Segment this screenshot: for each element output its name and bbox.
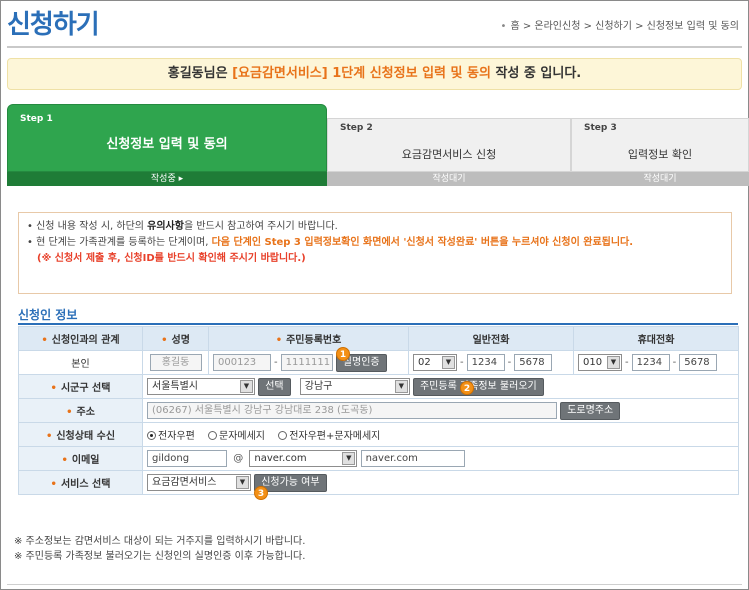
- phone-area-select[interactable]: 02 ▼: [413, 354, 457, 371]
- instruction-line-2: • 현 단계는 가족관계를 등록하는 단계이며, 다음 단계인 Step 3 입…: [27, 237, 634, 248]
- table-header-row: • 신청인과의 관계 • 성명 • 주민등록번호 일반전화 휴대전화: [18, 326, 739, 351]
- road-address-button[interactable]: 도로명주소: [560, 401, 621, 420]
- notice-highlight: [요금감면서비스] 1단계 신청정보 입력 및 동의: [232, 66, 491, 81]
- step-2: Step 2 요금감면서비스 신청: [327, 118, 571, 172]
- step-indicator: Step 1 신청정보 입력 및 동의 작성중 ▸ Step 2 요금감면서비스…: [7, 104, 749, 186]
- callout-badge-1: 1: [336, 347, 350, 361]
- email-domain-select[interactable]: naver.com ▼: [249, 450, 358, 467]
- step-1-number: Step 1: [20, 114, 53, 124]
- service-label: 서비스 선택: [60, 479, 111, 490]
- rrn-front-field[interactable]: 000123: [213, 354, 271, 371]
- header-name: • 성명: [142, 326, 209, 351]
- mobile-prefix-select[interactable]: 010 ▼: [578, 354, 622, 371]
- radio-icon: [208, 431, 217, 440]
- region-label: 시군구 선택: [60, 383, 111, 394]
- progress-notice: 홍길동님은 [요금감면서비스] 1단계 신청정보 입력 및 동의 작성 중 입니…: [7, 58, 742, 90]
- section-divider: [18, 323, 738, 325]
- status-label: 신청상태 수신: [56, 431, 116, 442]
- instruction-warning: (※ 신청서 제출 후, 신청ID를 반드시 확인해 주시기 바랍니다.): [37, 253, 306, 264]
- email-id-field[interactable]: gildong: [147, 450, 227, 467]
- header-mobile: 휴대전화: [573, 326, 739, 351]
- bullet-icon: •: [500, 21, 507, 32]
- radio-icon: [147, 431, 156, 440]
- notice-suffix: 작성 중 입니다.: [490, 66, 582, 81]
- breadcrumb-text[interactable]: 홈 > 온라인신청 > 신청하기 > 신청정보 입력 및 동의: [510, 21, 739, 32]
- radio-email[interactable]: 전자우편: [147, 427, 195, 442]
- page-title: 신청하기: [7, 10, 100, 40]
- step-2-title: 요금감면서비스 신청: [401, 148, 497, 161]
- table-row: 본인 홍길동 000123-1111111 실명인증 02 ▼ -1234-5678…: [18, 350, 739, 375]
- service-select[interactable]: 요금감면서비스 ▼: [147, 474, 251, 491]
- city-select[interactable]: 서울특별시 ▼: [147, 378, 255, 395]
- header-rrn: • 주민등록번호: [208, 326, 409, 351]
- step-2-state: 작성대기: [327, 172, 571, 186]
- instruction-line-1: • 신청 내용 작성 시, 하단의 유의사항을 반드시 참고하여 주시기 바랍니…: [27, 221, 338, 232]
- bottom-divider: [7, 584, 742, 585]
- region-select-button[interactable]: 선택: [258, 377, 291, 396]
- radio-sms[interactable]: 문자메세지: [208, 427, 265, 442]
- breadcrumb: • 홈 > 온라인신청 > 신청하기 > 신청정보 입력 및 동의: [501, 17, 739, 32]
- address-row: • 주소 (06267) 서울특별시 강남구 강남대로 238 (도곡동) 도로명…: [18, 398, 739, 423]
- title-divider: [7, 46, 742, 48]
- relation-cell: 본인: [18, 350, 143, 375]
- header-relation: • 신청인과의 관계: [18, 326, 143, 351]
- step-3-number: Step 3: [584, 123, 617, 133]
- notice-prefix: 홍길동님은: [167, 66, 233, 81]
- chevron-down-icon: ▼: [236, 476, 249, 489]
- name-field[interactable]: 홍길동: [149, 354, 202, 371]
- address-field[interactable]: (06267) 서울특별시 강남구 강남대로 238 (도곡동): [147, 402, 557, 419]
- at-sign: @: [233, 453, 244, 464]
- callout-badge-2: 2: [460, 381, 474, 395]
- step-3: Step 3 입력정보 확인: [571, 118, 749, 172]
- service-row: • 서비스 선택 요금감면서비스 ▼ 신청가능 여부: [18, 470, 739, 495]
- address-label: 주소: [76, 407, 95, 418]
- phone-middle-field[interactable]: 1234: [466, 354, 505, 371]
- chevron-down-icon: ▼: [240, 380, 253, 393]
- step-3-state: 작성대기: [571, 172, 749, 186]
- section-title: 신청인 정보: [18, 308, 78, 322]
- chevron-down-icon: ▼: [342, 452, 356, 465]
- district-select[interactable]: 강남구 ▼: [299, 378, 410, 395]
- callout-badge-3: 3: [254, 486, 268, 500]
- step-1-state: 작성중 ▸: [7, 172, 327, 186]
- region-row: • 시군구 선택 서울특별시 ▼ 선택 강남구 ▼ 주민등록 가족정보 불러오기: [18, 374, 739, 399]
- email-domain-field[interactable]: naver.com: [360, 450, 465, 467]
- step-1-title: 신청정보 입력 및 동의: [106, 137, 228, 152]
- step-3-title: 입력정보 확인: [627, 148, 693, 161]
- chevron-down-icon: ▼: [394, 380, 408, 393]
- status-row: • 신청상태 수신 전자우편 문자메세지 전자우편+문자메세지: [18, 422, 739, 447]
- instruction-box: • 신청 내용 작성 시, 하단의 유의사항을 반드시 참고하여 주시기 바랍니…: [18, 212, 732, 294]
- radio-email-sms[interactable]: 전자우편+문자메세지: [278, 427, 380, 442]
- phone-last-field[interactable]: 5678: [514, 354, 553, 371]
- chevron-down-icon: ▼: [442, 356, 455, 369]
- step-1: Step 1 신청정보 입력 및 동의: [7, 104, 327, 172]
- step-2-number: Step 2: [340, 123, 373, 133]
- footnote-family: ※ 주민등록 가족정보 불러오기는 신청인의 실명인증 이후 가능합니다.: [14, 551, 306, 562]
- header-phone: 일반전화: [408, 326, 574, 351]
- mobile-middle-field[interactable]: 1234: [631, 354, 670, 371]
- applicant-form: • 신청인과의 관계 • 성명 • 주민등록번호 일반전화 휴대전화 본인 홍길동 0…: [18, 326, 739, 495]
- email-label: 이메일: [71, 455, 100, 466]
- mobile-last-field[interactable]: 5678: [679, 354, 718, 371]
- load-family-info-button[interactable]: 주민등록 가족정보 불러오기: [412, 377, 544, 396]
- rrn-back-field[interactable]: 1111111: [280, 354, 333, 371]
- email-row: • 이메일 gildong @ naver.com ▼ naver.com: [18, 446, 739, 471]
- footnote-address: ※ 주소정보는 감면서비스 대상이 되는 거주지를 입력하시기 바랍니다.: [14, 536, 306, 547]
- chevron-down-icon: ▼: [607, 356, 620, 369]
- radio-icon: [278, 431, 288, 440]
